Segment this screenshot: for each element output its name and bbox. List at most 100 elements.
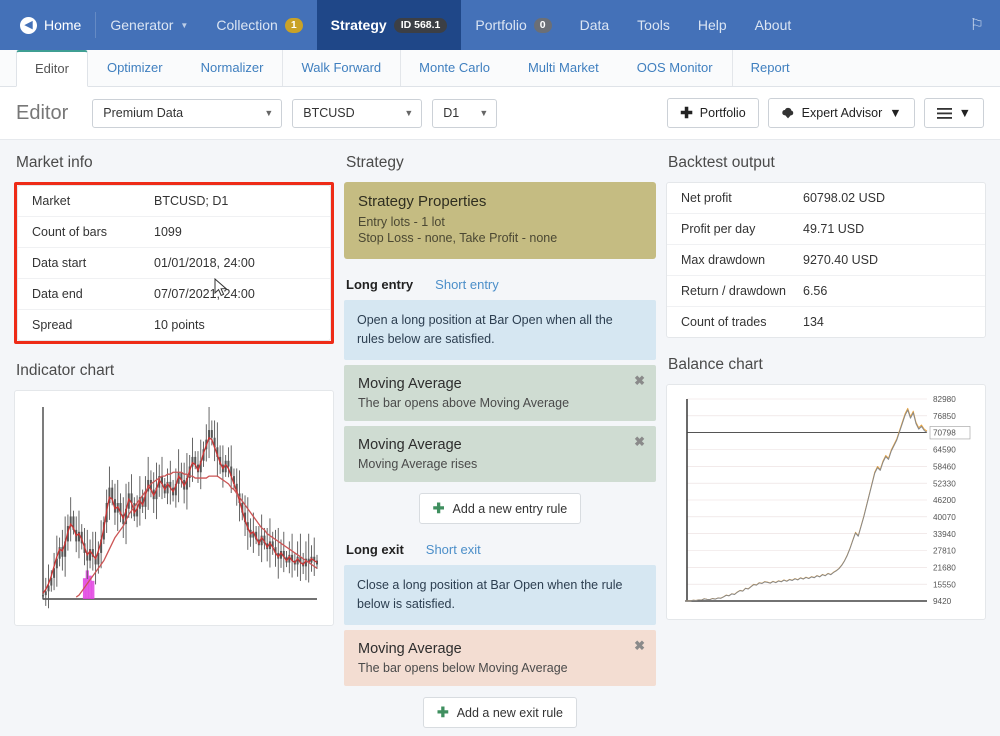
table-row: Profit per day 49.71 USD — [667, 213, 985, 244]
tab-optimizer[interactable]: Optimizer — [88, 50, 182, 86]
nav-item-about[interactable]: About — [741, 0, 806, 50]
exit-description: Close a long position at Bar Open when t… — [344, 565, 656, 625]
nav-item-data[interactable]: Data — [566, 0, 624, 50]
chevron-down-icon: ▼ — [958, 106, 971, 120]
add-entry-rule-button[interactable]: ✚ Add a new entry rule — [418, 493, 582, 524]
strategy-properties-line2: Stop Loss - none, Take Profit - none — [358, 231, 558, 245]
plus-icon: ✚ — [680, 105, 693, 122]
strategy-properties-card[interactable]: Strategy Properties Entry lots - 1 lot S… — [344, 182, 656, 259]
exit-direction-tabs: Long exit Short exit — [346, 542, 656, 557]
row-key: Spread — [32, 318, 73, 332]
tab-monte-carlo[interactable]: Monte Carlo — [400, 50, 509, 86]
svg-text:9420: 9420 — [933, 597, 952, 606]
chevron-down-icon: ▼ — [264, 108, 274, 118]
overflow-menu-button[interactable]: ▼ — [923, 98, 984, 128]
svg-text:40070: 40070 — [933, 513, 956, 522]
entry-rule-item[interactable]: ✖ Moving Average Moving Average rises — [344, 426, 656, 482]
symbol-select[interactable]: BTCUSD ▼ — [292, 98, 423, 128]
download-cloud-icon — [781, 107, 795, 120]
svg-text:70798: 70798 — [933, 429, 956, 438]
expert-advisor-button[interactable]: Expert Advisor ▼ — [767, 98, 915, 128]
tab-walk-forward[interactable]: Walk Forward — [282, 50, 400, 86]
add-to-portfolio-button[interactable]: ✚ Portfolio — [667, 98, 759, 128]
strategy-properties-line1: Entry lots - 1 lot — [358, 215, 445, 229]
indicator-chart-box — [14, 390, 334, 626]
market-info-card: Market BTCUSD; D1 Count of bars 1099 Dat… — [17, 185, 331, 341]
entry-rule-title: Moving Average — [358, 376, 462, 392]
toolbar-actions: ✚ Portfolio Expert Advisor ▼ ▼ — [667, 98, 984, 128]
collection-count-badge: 1 — [284, 17, 303, 33]
entry-rule-title: Moving Average — [358, 437, 462, 453]
nav-item-portfolio[interactable]: Portfolio 0 — [461, 0, 565, 50]
row-key: Profit per day — [681, 222, 756, 236]
module-tabs: Editor Optimizer Normalizer Walk Forward… — [0, 50, 1000, 87]
right-column: Backtest output Net profit 60798.02 USD … — [666, 154, 986, 728]
strategy-id-badge: ID 568.1 — [393, 17, 448, 33]
close-icon[interactable]: ✖ — [634, 373, 645, 389]
flag-icon[interactable]: ⚐ — [970, 15, 984, 35]
tab-normalizer[interactable]: Normalizer — [182, 50, 283, 86]
nav-item-home[interactable]: ◀ Home — [10, 0, 95, 50]
top-navbar: ◀ Home Generator ▼ Collection 1 Strategy… — [0, 0, 1000, 50]
svg-text:15550: 15550 — [933, 580, 956, 589]
table-row: Return / drawdown 6.56 — [667, 275, 985, 306]
nav-item-generator[interactable]: Generator ▼ — [96, 0, 202, 50]
nav-label-strategy: Strategy — [330, 17, 387, 33]
indicator-chart-section: Indicator chart — [14, 362, 334, 626]
tab-editor[interactable]: Editor — [16, 50, 88, 87]
row-value: 60798.02 USD — [803, 191, 886, 205]
indicator-chart-plot — [42, 407, 318, 609]
data-source-select[interactable]: Premium Data ▼ — [92, 98, 283, 128]
row-value: 07/07/2021, 24:00 — [154, 287, 255, 301]
strategy-column: Strategy Strategy Properties Entry lots … — [344, 154, 656, 728]
row-key: Net profit — [681, 191, 732, 205]
row-value: 1099 — [154, 225, 182, 239]
row-value: 134 — [803, 315, 824, 329]
close-icon[interactable]: ✖ — [634, 638, 645, 654]
entry-rule-subtitle: The bar opens above Moving Average — [358, 396, 570, 410]
expert-advisor-label: Expert Advisor — [801, 106, 883, 120]
tab-short-entry[interactable]: Short entry — [435, 277, 499, 292]
balance-chart-section: Balance chart 82980 76850 70798 64590 58460 5… — [666, 356, 986, 620]
close-icon[interactable]: ✖ — [634, 434, 645, 450]
row-key: Return / drawdown — [681, 284, 786, 298]
row-value: 49.71 USD — [803, 222, 865, 236]
entry-rule-item[interactable]: ✖ Moving Average The bar opens above Mov… — [344, 365, 656, 421]
chevron-down-icon: ▼ — [180, 20, 189, 30]
tab-oos-monitor[interactable]: OOS Monitor — [618, 50, 732, 86]
strategy-properties-title: Strategy Properties — [358, 193, 487, 210]
editor-toolbar: Editor Premium Data ▼ BTCUSD ▼ D1 ▼ ✚ Po… — [0, 87, 1000, 140]
nav-item-strategy[interactable]: Strategy ID 568.1 — [316, 0, 462, 50]
tab-multi-market[interactable]: Multi Market — [509, 50, 618, 86]
exit-rule-title: Moving Average — [358, 641, 462, 657]
svg-text:27810: 27810 — [933, 547, 956, 556]
balance-chart-plot: 82980 76850 70798 64590 58460 52330 46200 40070… — [684, 395, 971, 606]
table-row: Count of bars 1099 — [18, 216, 330, 247]
table-row: Spread 10 points — [18, 309, 330, 340]
tab-long-entry[interactable]: Long entry — [346, 277, 413, 292]
add-exit-rule-label: Add a new exit rule — [456, 705, 564, 720]
row-key: Count of bars — [32, 225, 108, 239]
indicator-chart-title: Indicator chart — [16, 362, 115, 379]
market-info-highlight: Market BTCUSD; D1 Count of bars 1099 Dat… — [14, 182, 334, 344]
plus-icon: ✚ — [432, 500, 445, 516]
entry-description: Open a long position at Bar Open when al… — [344, 300, 656, 360]
chevron-down-icon: ▼ — [404, 108, 414, 118]
portfolio-button-label: Portfolio — [699, 106, 746, 120]
circle-left-arrow-icon: ◀ — [20, 16, 37, 34]
svg-text:64590: 64590 — [933, 446, 956, 455]
nav-item-collection[interactable]: Collection 1 — [202, 0, 316, 50]
table-row: Max drawdown 9270.40 USD — [667, 244, 985, 275]
portfolio-count-badge: 0 — [533, 17, 552, 33]
nav-item-help[interactable]: Help — [684, 0, 741, 50]
strategy-title: Strategy — [346, 154, 404, 171]
exit-rule-item[interactable]: ✖ Moving Average The bar opens below Mov… — [344, 630, 656, 686]
add-exit-rule-button[interactable]: ✚ Add a new exit rule — [422, 697, 578, 728]
tab-report[interactable]: Report — [731, 50, 809, 86]
balance-chart-title: Balance chart — [668, 356, 763, 373]
nav-item-tools[interactable]: Tools — [623, 0, 684, 50]
tab-long-exit[interactable]: Long exit — [346, 542, 404, 557]
timeframe-select[interactable]: D1 ▼ — [432, 98, 498, 128]
row-key: Count of trades — [681, 315, 767, 329]
tab-short-exit[interactable]: Short exit — [426, 542, 481, 557]
